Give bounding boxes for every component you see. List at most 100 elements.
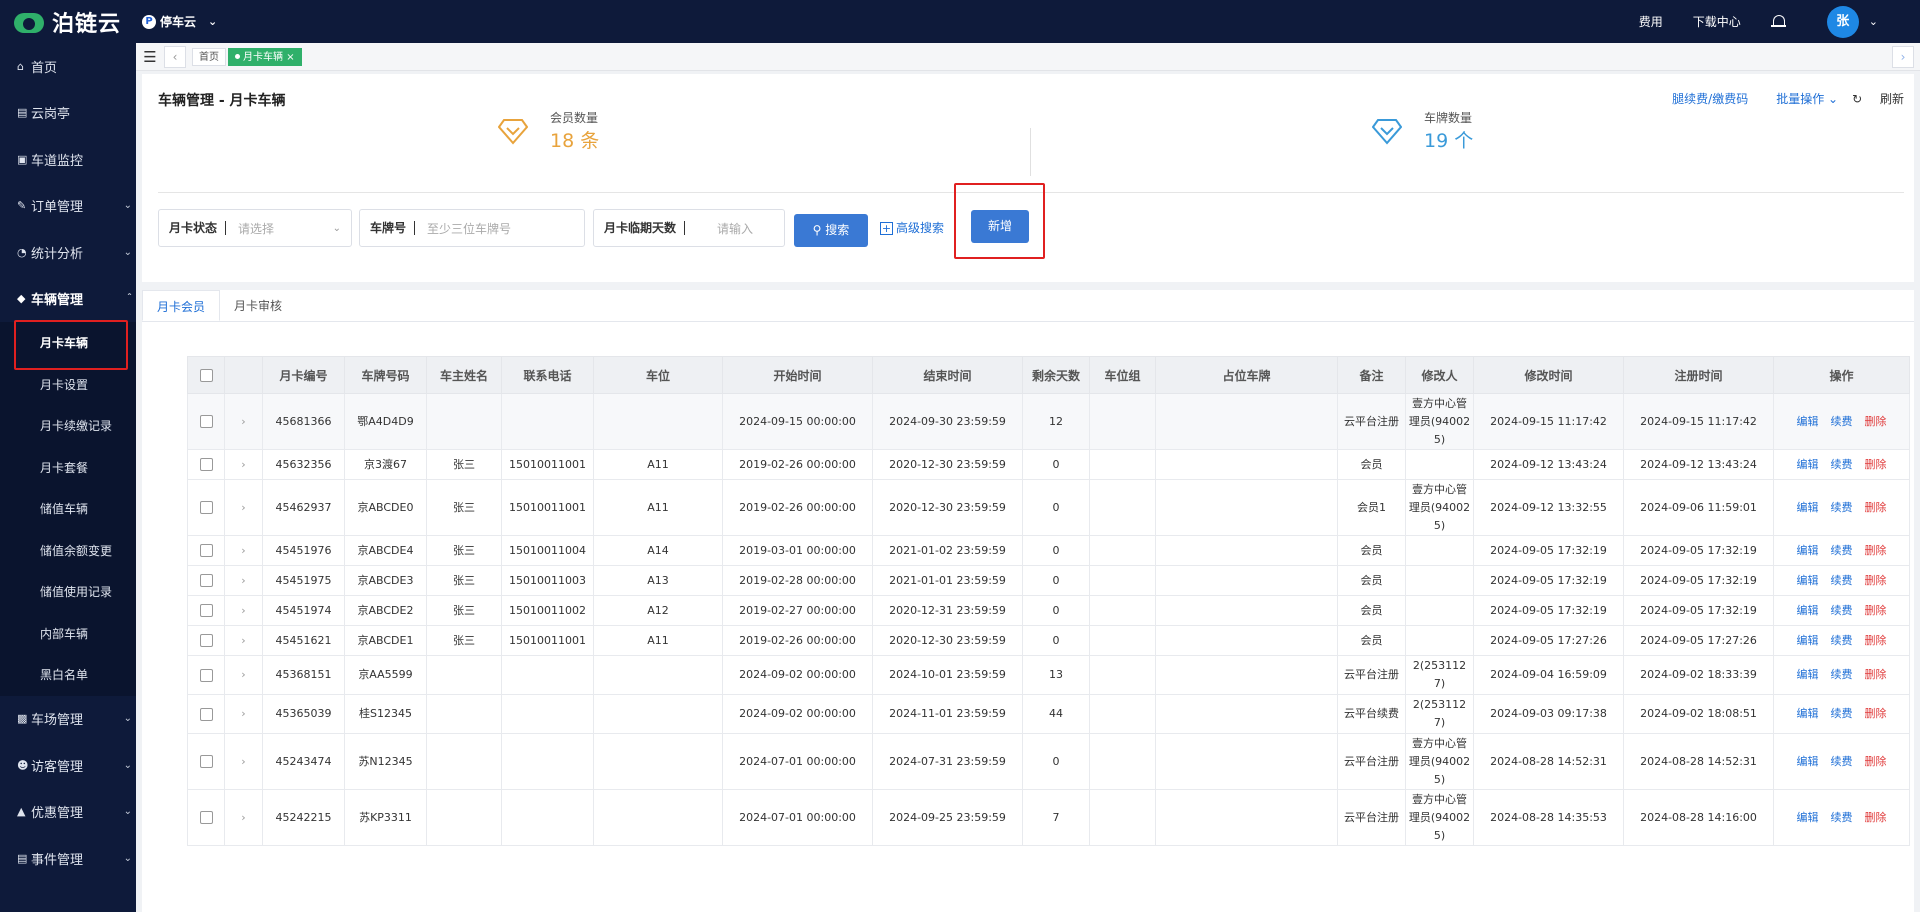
edit-button[interactable]: 编辑 (1797, 415, 1819, 428)
row-checkbox[interactable] (187, 565, 225, 596)
renew-button[interactable]: 续费 (1831, 755, 1853, 768)
submenu-renewal-records[interactable]: 月卡续缴记录 (0, 405, 136, 447)
tab-monthly-review[interactable]: 月卡审核 (220, 290, 296, 321)
table-row[interactable]: › 45462937 京ABCDE0 张三 15010011001 A11 2019-02-… (187, 479, 1910, 536)
edit-button[interactable]: 编辑 (1797, 544, 1819, 557)
row-checkbox[interactable] (187, 479, 225, 536)
column-header[interactable]: 车位组 (1089, 356, 1156, 394)
row-checkbox[interactable] (187, 694, 225, 734)
expand-row-icon[interactable]: › (224, 789, 263, 846)
column-header[interactable]: 占位车牌 (1155, 356, 1338, 394)
expand-row-icon[interactable]: › (224, 535, 263, 566)
column-header[interactable]: 车牌号码 (344, 356, 427, 394)
table-row[interactable]: › 45242215 苏KP3311 2024-07-01 00:00:00 2024-… (187, 789, 1910, 846)
edit-button[interactable]: 编辑 (1797, 574, 1819, 587)
refresh-button[interactable]: ↻ 刷新 (1852, 90, 1904, 107)
row-checkbox[interactable] (187, 535, 225, 566)
renew-button[interactable]: 续费 (1831, 707, 1853, 720)
sidebar-item-statistics[interactable]: ◔ 统计分析 ⌄ (0, 229, 136, 276)
expand-row-icon[interactable]: › (224, 449, 263, 480)
download-center-link[interactable]: 下载中心 (1693, 13, 1741, 30)
table-row[interactable]: › 45451621 京ABCDE1 张三 15010011001 A11 2019-02-… (187, 625, 1910, 656)
table-row[interactable]: › 45368151 京AA5599 2024-09-02 00:00:00 2024-… (187, 655, 1910, 695)
column-header[interactable]: 车位 (593, 356, 723, 394)
column-header[interactable]: 剩余天数 (1022, 356, 1090, 394)
table-row[interactable]: › 45243474 苏N12345 2024-07-01 00:00:00 2024-… (187, 733, 1910, 790)
column-header[interactable]: 修改时间 (1473, 356, 1624, 394)
row-checkbox[interactable] (187, 625, 225, 656)
submenu-balance-changes[interactable]: 储值余额变更 (0, 530, 136, 572)
submenu-monthly-vehicles[interactable]: 月卡车辆 (0, 320, 136, 370)
expand-row-icon[interactable]: › (224, 479, 263, 536)
delete-button[interactable]: 删除 (1865, 634, 1887, 647)
batch-operation-dropdown[interactable]: 批量操作 ⌄ (1762, 90, 1838, 107)
submenu-stored-value-vehicles[interactable]: 储值车辆 (0, 488, 136, 530)
renew-button[interactable]: 续费 (1831, 634, 1853, 647)
sidebar-item-coupons[interactable]: ▲ 优惠管理 ⌄ (0, 789, 136, 836)
expand-row-icon[interactable]: › (224, 565, 263, 596)
column-header[interactable]: 开始时间 (722, 356, 873, 394)
column-header[interactable]: 结束时间 (872, 356, 1023, 394)
submenu-internal-vehicles[interactable]: 内部车辆 (0, 613, 136, 655)
chevron-down-icon[interactable]: ⌄ (1869, 15, 1878, 28)
delete-button[interactable]: 删除 (1865, 755, 1887, 768)
expand-row-icon[interactable]: › (224, 655, 263, 695)
close-icon[interactable]: × (286, 52, 294, 63)
renew-button[interactable]: 续费 (1831, 415, 1853, 428)
submenu-black-white-list[interactable]: 黑白名单 (0, 654, 136, 696)
tab-home[interactable]: 首页 (192, 47, 226, 66)
renew-button[interactable]: 续费 (1831, 668, 1853, 681)
edit-button[interactable]: 编辑 (1797, 707, 1819, 720)
sidebar-item-booth[interactable]: ▤ 云岗亭 (0, 90, 136, 137)
expand-row-icon[interactable]: › (224, 595, 263, 626)
column-header[interactable]: 联系电话 (501, 356, 594, 394)
expand-row-icon[interactable]: › (224, 625, 263, 656)
table-row[interactable]: › 45681366 鄂A4D4D9 2024-09-15 00:00:00 2024-… (187, 393, 1910, 450)
submenu-monthly-packages[interactable]: 月卡套餐 (0, 447, 136, 489)
edit-button[interactable]: 编辑 (1797, 458, 1819, 471)
select-all-checkbox[interactable] (187, 356, 225, 394)
row-checkbox[interactable] (187, 449, 225, 480)
edit-button[interactable]: 编辑 (1797, 604, 1819, 617)
delete-button[interactable]: 删除 (1865, 668, 1887, 681)
column-header[interactable]: 注册时间 (1623, 356, 1774, 394)
logo[interactable]: 泊链云 (0, 6, 136, 38)
bell-icon[interactable] (1770, 14, 1787, 30)
renew-button[interactable]: 续费 (1831, 544, 1853, 557)
row-checkbox[interactable] (187, 733, 225, 790)
search-button[interactable]: ⚲ 搜索 (794, 214, 868, 247)
delete-button[interactable]: 删除 (1865, 604, 1887, 617)
sidebar-item-vehicles[interactable]: ◆ 车辆管理 ˆ (0, 276, 136, 323)
expand-row-icon[interactable]: › (224, 393, 263, 450)
edit-button[interactable]: 编辑 (1797, 811, 1819, 824)
delete-button[interactable]: 删除 (1865, 415, 1887, 428)
expiry-days-input[interactable]: 月卡临期天数 请输入 (593, 209, 785, 247)
table-row[interactable]: › 45451974 京ABCDE2 张三 15010011002 A12 2019-02-… (187, 595, 1910, 626)
sidebar-item-visitors[interactable]: ☻ 访客管理 ⌄ (0, 742, 136, 789)
delete-button[interactable]: 删除 (1865, 544, 1887, 557)
edit-button[interactable]: 编辑 (1797, 755, 1819, 768)
row-checkbox[interactable] (187, 655, 225, 695)
column-header[interactable]: 车主姓名 (426, 356, 502, 394)
column-header[interactable]: 修改人 (1405, 356, 1474, 394)
tabs-scroll-right-icon[interactable]: › (1892, 46, 1914, 68)
delete-button[interactable]: 删除 (1865, 811, 1887, 824)
qrcode-link[interactable]: 腿续费/缴费码 (1672, 90, 1748, 107)
renew-button[interactable]: 续费 (1831, 604, 1853, 617)
add-button[interactable]: 新增 (971, 210, 1029, 243)
advanced-search-link[interactable]: + 高级搜索 (880, 219, 944, 236)
sidebar-item-parking-lots[interactable]: ▩ 车场管理 ⌄ (0, 696, 136, 743)
delete-button[interactable]: 删除 (1865, 458, 1887, 471)
expand-row-icon[interactable]: › (224, 733, 263, 790)
renew-button[interactable]: 续费 (1831, 501, 1853, 514)
delete-button[interactable]: 删除 (1865, 574, 1887, 587)
fees-link[interactable]: 费用 (1639, 13, 1663, 30)
table-row[interactable]: › 45451976 京ABCDE4 张三 15010011004 A14 2019-03-… (187, 535, 1910, 566)
submenu-usage-records[interactable]: 储值使用记录 (0, 571, 136, 613)
menu-toggle-icon[interactable]: ☰ (136, 48, 164, 66)
renew-button[interactable]: 续费 (1831, 811, 1853, 824)
sidebar-item-lane-monitor[interactable]: ▣ 车道监控 (0, 136, 136, 183)
edit-button[interactable]: 编辑 (1797, 501, 1819, 514)
delete-button[interactable]: 删除 (1865, 501, 1887, 514)
tab-monthly-vehicles[interactable]: 月卡车辆 × (228, 47, 302, 66)
